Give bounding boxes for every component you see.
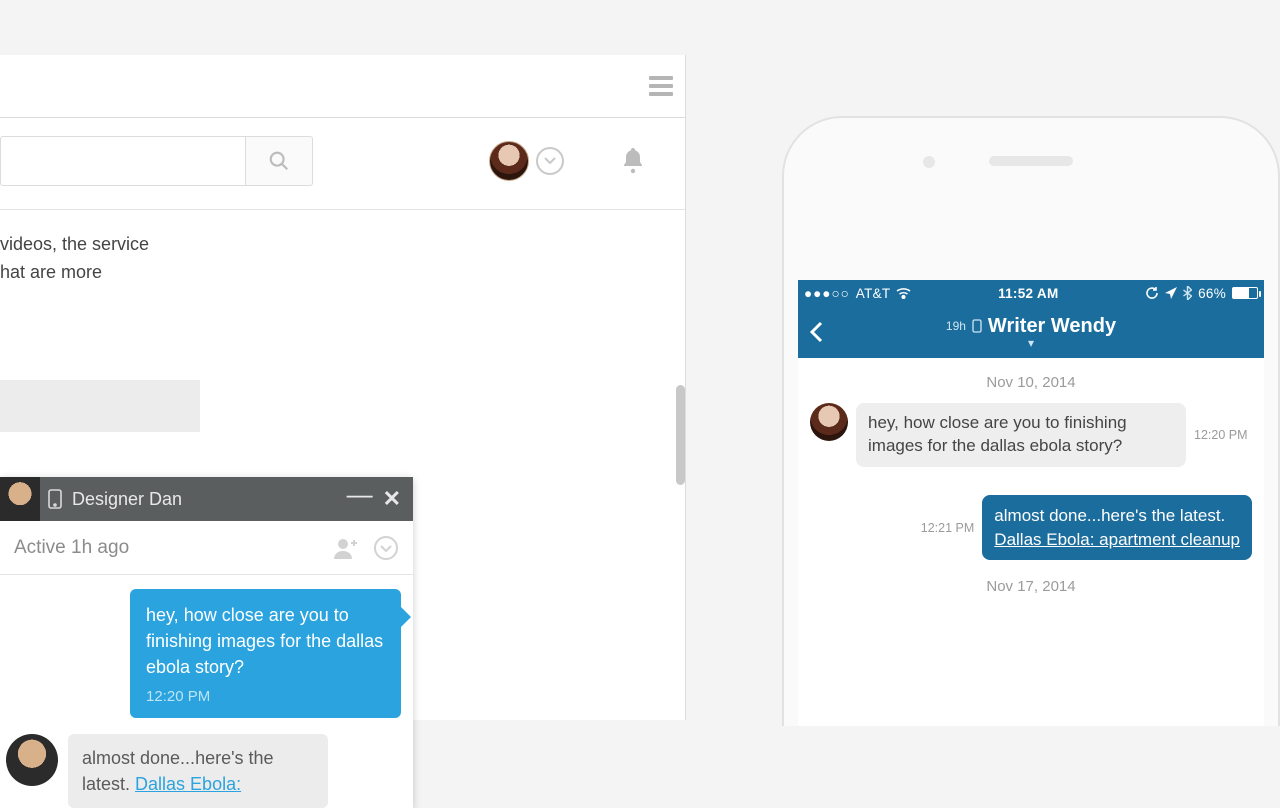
- search-input[interactable]: [0, 136, 245, 186]
- chat-options-dropdown[interactable]: [373, 535, 399, 561]
- message-timestamp: 12:20 PM: [146, 686, 385, 708]
- chevron-down-icon: [544, 157, 556, 165]
- message-text: almost done...here's the latest.: [994, 504, 1240, 528]
- body-line: videos, the service: [0, 231, 149, 259]
- mobile-presence-icon: [972, 319, 982, 333]
- body-line: hat are more: [0, 259, 149, 287]
- outgoing-message-bubble: almost done...here's the latest. Dallas …: [982, 495, 1252, 561]
- location-icon: [1165, 287, 1177, 299]
- scrollbar-thumb[interactable]: [676, 385, 685, 485]
- close-button[interactable]: ✕: [383, 486, 401, 512]
- incoming-message-row: almost done...here's the latest. Dallas …: [0, 728, 413, 808]
- bell-icon: [621, 146, 645, 174]
- chat-contact-avatar: [0, 477, 40, 521]
- date-separator: Nov 17, 2014: [810, 578, 1252, 595]
- back-button[interactable]: [808, 320, 824, 344]
- refresh-icon: [1145, 286, 1159, 300]
- status-time: 11:52 AM: [911, 286, 1145, 301]
- search-button[interactable]: [245, 136, 313, 186]
- status-bar: ●●●○○ AT&T 11:52 AM 66%: [798, 280, 1264, 306]
- notifications-button[interactable]: [621, 146, 645, 174]
- date-separator: Nov 10, 2014: [810, 374, 1252, 391]
- battery-icon: [1232, 287, 1258, 299]
- contact-name: Writer Wendy: [988, 315, 1116, 338]
- phone-camera-dot: [923, 156, 935, 168]
- message-text: hey, how close are you to finishing imag…: [868, 413, 1127, 455]
- conversation-nav-bar: 19h Writer Wendy ▾: [798, 306, 1264, 358]
- current-user-avatar[interactable]: [489, 141, 529, 181]
- app-toolbar: [0, 118, 685, 210]
- phone-screen: ●●●○○ AT&T 11:52 AM 66%: [798, 280, 1264, 726]
- incoming-message-bubble: almost done...here's the latest. Dallas …: [68, 734, 328, 808]
- search-icon: [268, 150, 290, 172]
- add-person-icon[interactable]: [333, 537, 359, 559]
- wifi-icon: [896, 287, 911, 299]
- chat-contact-name: Designer Dan: [72, 489, 182, 510]
- presence-age: 19h: [946, 319, 966, 333]
- desktop-browser-window: videos, the service hat are more Designe…: [0, 55, 686, 720]
- user-menu-dropdown[interactable]: [536, 147, 564, 175]
- incoming-message-row: hey, how close are you to finishing imag…: [810, 403, 1252, 467]
- chat-popup: Designer Dan — ✕ Active 1h ago hey, how …: [0, 477, 413, 808]
- battery-percent: 66%: [1198, 286, 1226, 301]
- message-link[interactable]: Dallas Ebola:: [135, 774, 241, 794]
- minimize-button[interactable]: —: [347, 479, 373, 510]
- carrier-label: AT&T: [856, 286, 891, 301]
- message-timestamp: 12:21 PM: [921, 521, 975, 535]
- article-body-fragment: videos, the service hat are more: [0, 231, 149, 287]
- phone-device-frame: ●●●○○ AT&T 11:52 AM 66%: [782, 116, 1280, 726]
- message-text: hey, how close are you to finishing imag…: [146, 602, 385, 680]
- message-link[interactable]: Dallas Ebola: apartment cleanup: [994, 528, 1240, 552]
- chevron-down-icon: ▾: [1028, 336, 1034, 350]
- content-placeholder: [0, 380, 200, 432]
- chat-subheader: Active 1h ago: [0, 521, 413, 575]
- chat-header[interactable]: Designer Dan — ✕: [0, 477, 413, 521]
- conversation-title[interactable]: 19h Writer Wendy: [946, 315, 1116, 338]
- outgoing-message-row: 12:21 PM almost done...here's the latest…: [810, 495, 1252, 561]
- search-group: [0, 136, 313, 186]
- chat-presence-status: Active 1h ago: [14, 537, 129, 559]
- mobile-presence-icon: [48, 489, 62, 509]
- incoming-message-bubble: hey, how close are you to finishing imag…: [856, 403, 1186, 467]
- browser-chrome-bar: [0, 55, 685, 118]
- sender-avatar: [810, 403, 848, 441]
- outgoing-message-bubble: hey, how close are you to finishing imag…: [130, 589, 401, 718]
- signal-strength-icon: ●●●○○: [804, 286, 850, 301]
- conversation-scroll[interactable]: Nov 10, 2014 hey, how close are you to f…: [798, 358, 1264, 595]
- hamburger-menu-icon[interactable]: [649, 76, 673, 96]
- bluetooth-icon: [1183, 286, 1192, 300]
- message-timestamp: 12:20 PM: [1194, 428, 1248, 442]
- sender-avatar: [6, 734, 58, 786]
